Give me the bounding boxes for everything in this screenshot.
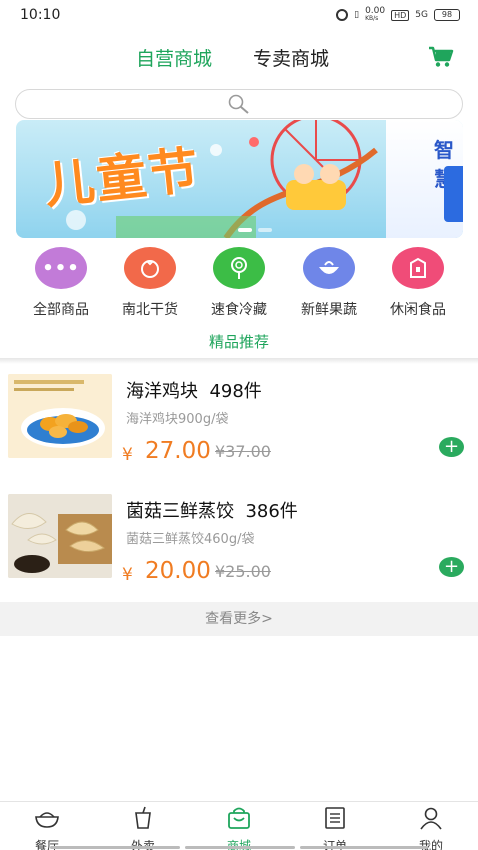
category-circle <box>213 247 265 289</box>
profile-icon <box>420 807 442 830</box>
more-dots-icon: ••• <box>42 257 80 279</box>
search-input[interactable] <box>15 89 463 119</box>
nav-takeout[interactable]: 外卖 <box>103 806 183 850</box>
tab-self-mall[interactable]: 自营商城 <box>136 44 212 71</box>
category-circle <box>124 247 176 289</box>
header: 自营商城 专卖商城 <box>0 36 478 76</box>
status-time: 10:10 <box>20 7 61 23</box>
product-price: 20.00 <box>145 558 211 584</box>
banner-pagination <box>238 228 272 232</box>
alarm-icon <box>336 9 349 21</box>
product-image <box>8 374 112 458</box>
currency-symbol: ¥ <box>122 565 133 585</box>
nav-orders[interactable]: 订单 <box>295 806 375 850</box>
product-price: 27.00 <box>145 438 211 464</box>
vibrate-icon: ▯ <box>354 10 360 20</box>
section-divider <box>0 358 478 364</box>
product-desc: 海洋鸡块900g/袋 <box>126 412 229 427</box>
battery-icon: 98 <box>434 9 460 21</box>
gesture-bar <box>185 846 295 849</box>
category-label: 新鲜果蔬 <box>301 302 357 318</box>
shopping-bag-icon <box>228 807 250 829</box>
gesture-bar <box>300 846 428 849</box>
tab-franchise-mall[interactable]: 专卖商城 <box>253 44 329 71</box>
pagination-dot <box>258 228 272 232</box>
product-name: 菌菇三鲜蒸饺 386件 <box>126 501 298 522</box>
promo-banner[interactable]: 儿童节 智慧 <box>16 120 463 238</box>
nav-profile[interactable]: 我的 <box>391 806 471 850</box>
status-icons: ▯ 0.00 KB/s HD 5G 98 <box>336 7 460 23</box>
order-list-icon <box>325 807 345 829</box>
net-speed: 0.00 KB/s <box>365 6 386 23</box>
banner-next-slide: 智慧 <box>386 120 463 238</box>
add-to-cart-button[interactable]: + <box>439 437 464 457</box>
signal-icon: 5G <box>415 10 428 20</box>
product-original-price: ¥37.00 <box>215 442 271 461</box>
category-all[interactable]: ••• 全部商品 <box>21 247 101 319</box>
hd-icon: HD <box>391 9 410 21</box>
takeout-cup-icon <box>135 806 151 829</box>
product-card[interactable]: 菌菇三鲜蒸饺 386件 菌菇三鲜蒸饺460g/袋 ¥ 20.00 ¥25.00 … <box>0 494 478 590</box>
restaurant-bowl-icon <box>35 812 59 828</box>
status-bar: 10:10 ▯ 0.00 KB/s HD 5G 98 <box>0 0 478 30</box>
category-circle <box>303 247 355 289</box>
search-icon <box>228 94 249 114</box>
category-dried-goods[interactable]: 南北干货 <box>110 247 190 319</box>
nugget-image <box>8 374 112 458</box>
product-original-price: ¥25.00 <box>215 562 271 581</box>
view-more-button[interactable]: 查看更多> <box>0 602 478 636</box>
fruit-icon <box>319 261 339 274</box>
category-frozen[interactable]: 速食冷藏 <box>199 247 279 319</box>
snack-bag-icon <box>410 257 426 278</box>
dried-goods-icon <box>141 260 159 278</box>
bottom-nav: 餐厅 外卖 商城 订单 我的 <box>0 801 478 850</box>
add-to-cart-button[interactable]: + <box>439 557 464 577</box>
category-label: 速食冷藏 <box>211 302 267 318</box>
dumpling-image <box>8 494 112 578</box>
product-name: 海洋鸡块 498件 <box>126 381 262 402</box>
banner-phone-image <box>444 166 463 222</box>
nav-mall[interactable]: 商城 <box>199 806 279 850</box>
product-image <box>8 494 112 578</box>
category-fresh-produce[interactable]: 新鲜果蔬 <box>289 247 369 319</box>
cart-icon[interactable] <box>428 46 454 68</box>
category-label: 南北干货 <box>122 302 178 318</box>
product-desc: 菌菇三鲜蒸饺460g/袋 <box>126 532 255 547</box>
lollipop-icon <box>231 257 247 279</box>
gesture-bar <box>50 846 180 849</box>
category-circle <box>392 247 444 289</box>
currency-symbol: ¥ <box>122 445 133 465</box>
product-card[interactable]: 海洋鸡块 498件 海洋鸡块900g/袋 ¥ 27.00 ¥37.00 + <box>0 374 478 470</box>
category-snacks[interactable]: 休闲食品 <box>378 247 458 319</box>
category-row: ••• 全部商品 南北干货 速食冷藏 新鲜果蔬 休闲食品 <box>0 247 478 322</box>
featured-title: 精品推荐 <box>208 333 269 351</box>
nav-restaurant[interactable]: 餐厅 <box>7 806 87 850</box>
category-label: 全部商品 <box>33 302 89 318</box>
category-label: 休闲食品 <box>390 302 446 318</box>
pagination-dot <box>238 228 252 232</box>
category-circle: ••• <box>35 247 87 289</box>
